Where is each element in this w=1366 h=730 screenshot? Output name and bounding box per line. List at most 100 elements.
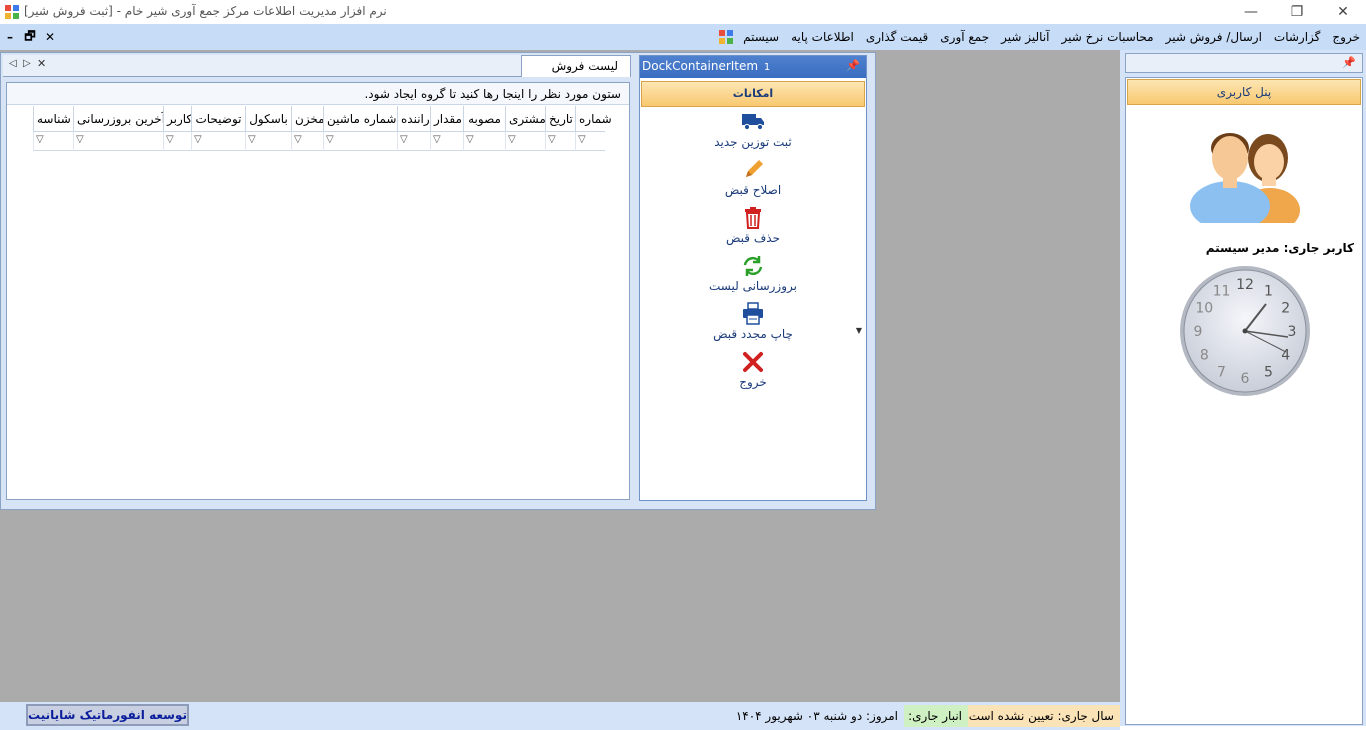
tab-close-button[interactable]: ✕ [37, 57, 46, 70]
close-button[interactable]: ✕ [1320, 0, 1366, 24]
user-panel-header[interactable]: پنل کاربری [1127, 79, 1361, 105]
clock-numeral: 12 [1236, 277, 1254, 293]
menu-reports[interactable]: گزارشات [1268, 24, 1326, 50]
menu-pricing[interactable]: قیمت گذاری [860, 24, 934, 50]
menu-send-sell[interactable]: ارسال/ فروش شیر [1160, 24, 1268, 50]
users-icon [1190, 133, 1300, 223]
menu-milk-analysis[interactable]: آنالیز شیر [995, 24, 1055, 50]
action-label: ثبت توزین جدید [714, 135, 792, 149]
pin-icon[interactable]: 📌 [846, 59, 860, 72]
filter-icon[interactable]: ▽ [326, 134, 334, 145]
filter-cell[interactable]: ▽ [575, 132, 605, 151]
grid-header-row: شماره تاریخ مشتری مصوبه مقدار راننده شما… [33, 106, 612, 132]
clock-numeral: 11 [1213, 283, 1231, 299]
scroll-down-icon[interactable]: ▼ [856, 326, 862, 335]
action-label: چاپ مجدد قبض [713, 327, 793, 341]
filter-cell[interactable]: ▽ [191, 132, 245, 151]
actions-list: ثبت توزین جدید اصلاح قبض حذف قبض بروزرسا… [640, 110, 866, 398]
clock-numeral: 9 [1194, 324, 1203, 340]
user-panel-toolbar: 📌 [1125, 53, 1363, 73]
filter-icon[interactable]: ▽ [194, 134, 202, 145]
grid-filter-row: ▽ ▽ ▽ ▽ ▽ ▽ ▽ ▽ ▽ ▽ ▽ ▽ ▽ [33, 132, 605, 151]
filter-cell[interactable]: ▽ [245, 132, 291, 151]
user-panel: پنل کاربری کاربر جاری: مدیر سیستم 12 1 2 3 4… [1125, 77, 1363, 725]
filter-icon[interactable]: ▽ [508, 134, 516, 145]
filter-cell[interactable]: ▽ [505, 132, 545, 151]
menu-bar: – 🗗 ✕ سیستم اطلاعات پایه قیمت گذاری جمع … [0, 24, 1366, 50]
filter-cell[interactable]: ▽ [545, 132, 575, 151]
col-id[interactable]: شناسه [33, 106, 73, 132]
clock-numeral: 8 [1200, 348, 1209, 364]
col-driver[interactable]: راننده [397, 106, 430, 132]
filter-cell[interactable]: ▽ [163, 132, 191, 151]
col-last-update[interactable]: آخرین بروزرسانی [73, 106, 165, 132]
actions-group-header[interactable]: امکانات [641, 81, 865, 107]
col-scale[interactable]: باسکول [245, 106, 291, 132]
filter-icon[interactable]: ▽ [166, 134, 174, 145]
filter-icon[interactable]: ▽ [248, 134, 256, 145]
filter-cell[interactable]: ▽ [397, 132, 430, 151]
filter-cell[interactable]: ▽ [291, 132, 323, 151]
clock-numeral: 1 [1264, 283, 1273, 299]
reprint-receipt-button[interactable]: چاپ مجدد قبض [640, 302, 866, 350]
col-customer[interactable]: مشتری [505, 106, 546, 132]
tab-prev-button[interactable]: ◁ [9, 58, 17, 69]
pin-icon[interactable]: 📌 [1342, 56, 1356, 69]
minimize-button[interactable]: — [1228, 0, 1274, 24]
filter-icon[interactable]: ▽ [294, 134, 302, 145]
filter-icon[interactable]: ▽ [433, 134, 441, 145]
document-tab-bar: ◁ ▷ ✕ لیست فروش [3, 55, 631, 77]
col-approval[interactable]: مصوبه [463, 106, 505, 132]
menu-rate-calc[interactable]: محاسبات نرخ شیر [1056, 24, 1160, 50]
warehouse-status: انبار جاری: [904, 705, 968, 727]
exit-button[interactable]: خروج [640, 350, 866, 398]
action-label: اصلاح قبض [724, 183, 782, 197]
mdi-controls: – 🗗 ✕ [0, 24, 60, 50]
col-tank[interactable]: مخزن [291, 106, 325, 132]
menu-collection[interactable]: جمع آوری [934, 24, 995, 50]
clock-icon: 12 1234567891011 [1180, 266, 1310, 396]
app-icon [5, 5, 19, 19]
filter-icon[interactable]: ▽ [76, 134, 84, 145]
menu-base-info[interactable]: اطلاعات پایه [785, 24, 860, 50]
col-user[interactable]: کاربر [163, 106, 192, 132]
filter-icon[interactable]: ▽ [36, 134, 44, 145]
menu-system[interactable]: سیستم [737, 24, 785, 50]
sales-grid[interactable]: ستون مورد نظر را اینجا رها کنید تا گروه … [6, 82, 630, 500]
clock-numeral: 6 [1241, 371, 1250, 387]
delete-receipt-button[interactable]: حذف قبض [640, 206, 866, 254]
filter-icon[interactable]: ▽ [400, 134, 408, 145]
filter-cell[interactable]: ▽ [33, 132, 73, 151]
col-date[interactable]: تاریخ [545, 106, 575, 132]
col-description[interactable]: توضیحات [191, 106, 245, 132]
clock-numeral: 2 [1281, 301, 1290, 317]
filter-icon[interactable]: ▽ [466, 134, 474, 145]
col-car-number[interactable]: شماره ماشین [323, 106, 397, 132]
menu-exit[interactable]: خروج [1326, 24, 1366, 50]
filter-icon[interactable]: ▽ [548, 134, 556, 145]
col-number[interactable]: شماره [575, 106, 612, 132]
filter-cell[interactable]: ▽ [323, 132, 397, 151]
clock-numeral: 7 [1217, 365, 1226, 381]
refresh-icon [743, 256, 763, 276]
tab-next-button[interactable]: ▷ [23, 58, 31, 69]
mdi-restore-button[interactable]: 🗗 [20, 27, 40, 48]
filter-cell[interactable]: ▽ [73, 132, 163, 151]
tab-sales-list[interactable]: لیست فروش [521, 55, 631, 77]
mdi-minimize-button[interactable]: – [0, 30, 20, 44]
window-title: نرم افزار مدیریت اطلاعات مرکز جمع آوری ش… [24, 4, 387, 18]
filter-cell[interactable]: ▽ [463, 132, 505, 151]
edit-receipt-button[interactable]: اصلاح قبض [640, 158, 866, 206]
new-weighing-button[interactable]: ثبت توزین جدید [640, 110, 866, 158]
clock-numeral: 5 [1264, 365, 1273, 381]
mdi-close-button[interactable]: ✕ [40, 30, 60, 44]
group-by-panel[interactable]: ستون مورد نظر را اینجا رها کنید تا گروه … [7, 83, 629, 105]
refresh-list-button[interactable]: بروزرسانی لیست [640, 254, 866, 302]
actions-dock-panel: DockContainerItem 1 📌 امکانات ثبت توزین … [639, 55, 867, 501]
col-amount[interactable]: مقدار [430, 106, 463, 132]
filter-cell[interactable]: ▽ [430, 132, 463, 151]
dock-title-suffix: 1 [763, 62, 771, 73]
filter-icon[interactable]: ▽ [578, 134, 586, 145]
restore-button[interactable]: ❐ [1274, 0, 1320, 24]
app-menu-icon[interactable] [718, 29, 734, 45]
